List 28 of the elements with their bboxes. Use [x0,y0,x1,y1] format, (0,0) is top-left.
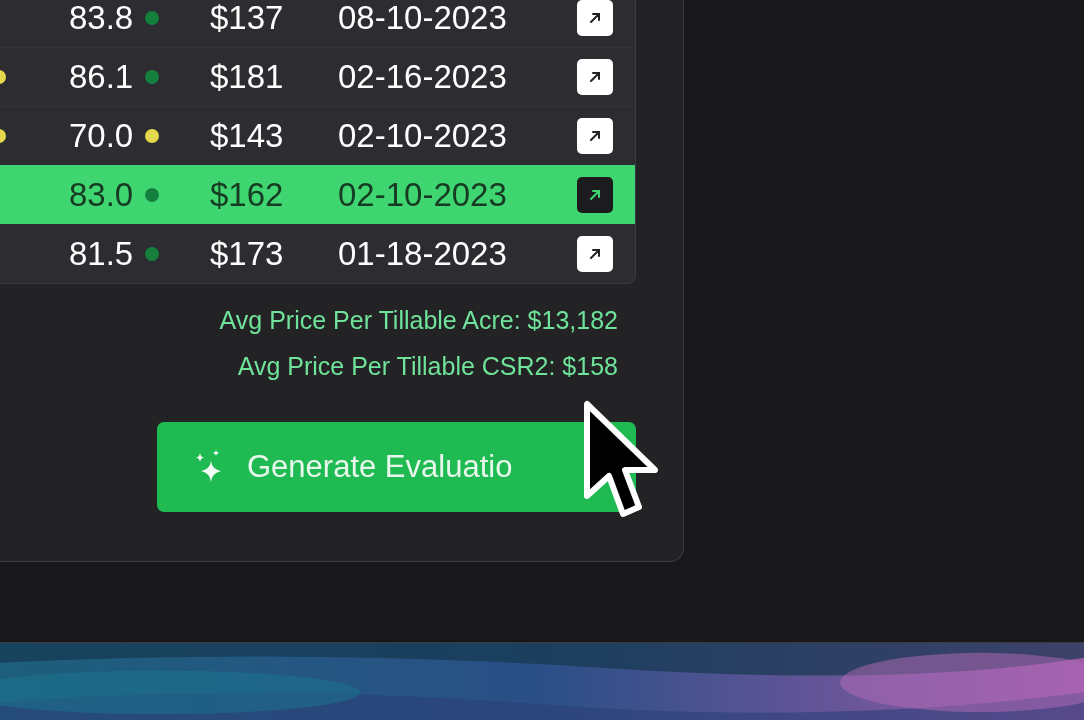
summary-text: Avg Price Per Tillable CSR2: $158 [237,351,618,382]
table-cell: 02-10-2023 [338,117,507,155]
table-row[interactable]: 83.8 $137 08-10-2023 [0,0,635,47]
open-link-button[interactable] [577,176,613,213]
table-cell-text: 81.5 [69,233,134,274]
table-cell: $181 [210,58,284,96]
table-cell-text: 70.0 [69,116,134,157]
table-row[interactable]: 86.1 $181 02-16-2023 [0,47,635,106]
table-cell: 02-16-2023 [338,58,507,96]
open-link-button[interactable] [577,0,613,36]
table-cell: 02-10-2023 [338,175,507,213]
summary-text: Avg Price Per Tillable Acre: $13,182 [219,305,618,336]
open-link-button[interactable] [577,59,613,95]
table-cell: $143 [210,117,284,155]
open-link-button[interactable] [577,235,613,272]
table-cell: 01-18-2023 [338,234,507,272]
table-row[interactable]: 81.5 $173 01-18-2023 [0,224,635,283]
table-cell: $162 [210,175,284,213]
table-cell-text: 86.1 [69,57,134,98]
open-link-button[interactable] [577,118,613,154]
table-row[interactable]: 83.0 $162 02-10-2023 [0,165,635,224]
table-cell-text: 83.8 [69,0,134,38]
table-cell-text: 83.0 [69,174,134,215]
arrow-icon [587,128,603,144]
table-cell: 08-10-2023 [338,0,507,36]
arrow-icon [587,69,603,85]
table-cell: $137 [210,0,284,36]
table-cell: $173 [210,234,284,272]
